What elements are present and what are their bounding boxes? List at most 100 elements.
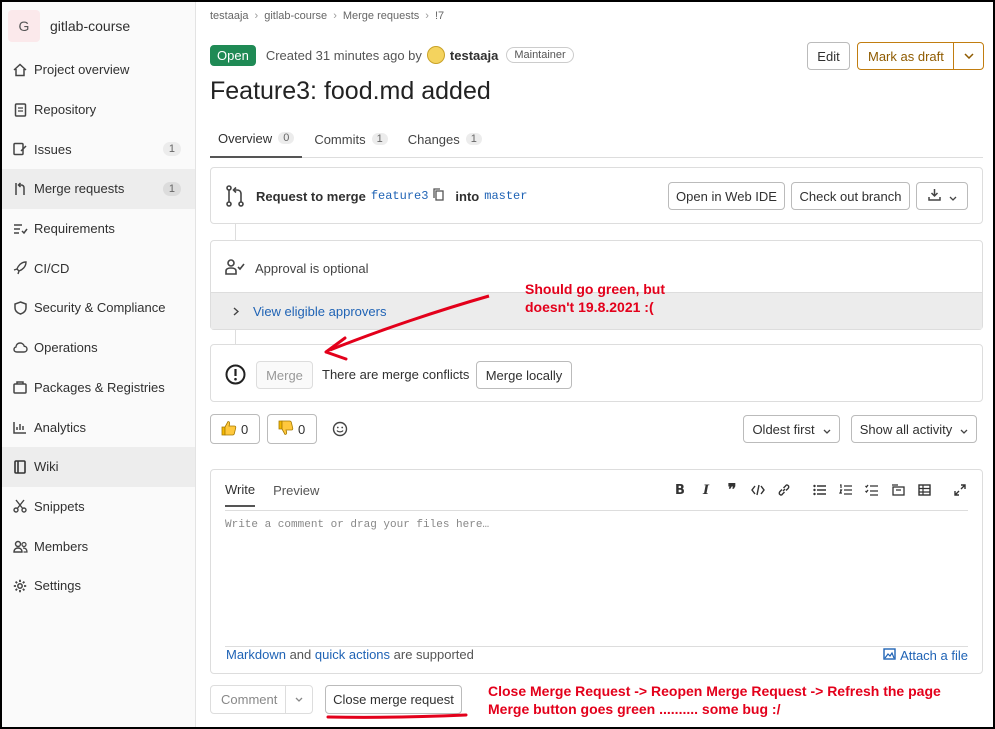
breadcrumb-item[interactable]: testaaja [210, 10, 249, 22]
thumbs-down-icon [278, 420, 294, 439]
tab-changes[interactable]: Changes 1 [400, 120, 490, 158]
sidebar-item-wiki[interactable]: Wiki [2, 446, 195, 487]
chevron-down-icon[interactable] [285, 686, 312, 713]
markdown-link[interactable]: Markdown [226, 647, 286, 662]
breadcrumb-item[interactable]: gitlab-course [264, 10, 327, 22]
tab-overview[interactable]: Overview 0 [210, 120, 303, 158]
attach-file-label: Attach a file [900, 648, 968, 663]
chevron-down-icon[interactable] [953, 43, 983, 69]
author-name[interactable]: testaaja [450, 48, 498, 63]
annotation-line: doesn't 19.8.2021 :( [525, 299, 654, 315]
sidebar-item-project-overview[interactable]: Project overview [2, 50, 195, 90]
home-icon [11, 63, 29, 77]
tab-preview[interactable]: Preview [273, 475, 319, 506]
activity-filter-dropdown[interactable]: Show all activity [851, 415, 977, 443]
issues-icon [11, 142, 29, 156]
breadcrumb-separator: › [333, 10, 337, 22]
numbered-list-icon[interactable] [838, 482, 854, 498]
fullscreen-icon[interactable] [952, 482, 968, 498]
italic-icon[interactable]: I [698, 482, 714, 498]
thumbs-down-button[interactable]: 0 [267, 414, 317, 444]
sort-dropdown[interactable]: Oldest first [743, 415, 840, 443]
annotation-note-top: Should go green, but doesn't 19.8.2021 :… [525, 280, 725, 316]
gear-icon [11, 579, 29, 593]
bullet-list-icon[interactable] [812, 482, 828, 498]
markdown-help: Markdown and quick actions are supported [226, 647, 474, 662]
quick-actions-link[interactable]: quick actions [315, 647, 390, 662]
breadcrumb-item[interactable]: !7 [435, 10, 444, 22]
add-reaction-icon[interactable] [332, 421, 348, 440]
sidebar-nav: Project overview Repository Issues 1 Mer… [2, 50, 195, 606]
thumbs-up-button[interactable]: 0 [210, 414, 260, 444]
copy-icon[interactable] [433, 188, 445, 204]
timeline-connector [235, 330, 236, 344]
doc-icon [11, 102, 29, 117]
download-dropdown-button[interactable] [916, 182, 968, 210]
and-text: and [285, 647, 315, 662]
sidebar-item-requirements[interactable]: Requirements [2, 209, 195, 249]
comment-button[interactable]: Comment [210, 685, 313, 714]
approval-status: Approval is optional [225, 259, 368, 278]
chevron-down-icon [949, 189, 957, 204]
collapsible-icon[interactable] [890, 482, 906, 498]
sidebar-item-operations[interactable]: Operations [2, 328, 195, 368]
image-icon [883, 648, 896, 663]
quote-icon[interactable]: ❞ [724, 482, 740, 499]
sidebar-item-label: Project overview [34, 62, 130, 78]
sidebar-item-snippets[interactable]: Snippets [2, 487, 195, 527]
check-out-branch-button[interactable]: Check out branch [791, 182, 910, 210]
tab-commits[interactable]: Commits 1 [306, 120, 395, 158]
project-name: gitlab-course [50, 18, 131, 34]
open-web-ide-button[interactable]: Open in Web IDE [668, 182, 785, 210]
sidebar-item-label: Analytics [34, 419, 87, 435]
sidebar-item-settings[interactable]: Settings [2, 566, 195, 606]
sidebar-item-issues[interactable]: Issues 1 [2, 129, 195, 169]
sidebar-item-label: Packages & Registries [34, 379, 165, 395]
bold-icon[interactable]: B [672, 482, 688, 498]
source-branch[interactable]: feature3 [371, 189, 429, 203]
status-badge: Open [210, 44, 256, 66]
comment-textarea[interactable]: Write a comment or drag your files here… [225, 519, 968, 644]
sidebar-item-cicd[interactable]: CI/CD [2, 248, 195, 288]
table-icon[interactable] [916, 482, 932, 498]
tab-write[interactable]: Write [225, 474, 256, 507]
merge-request-icon [11, 182, 29, 196]
target-branch[interactable]: master [484, 189, 527, 203]
attach-file-link[interactable]: Attach a file [883, 648, 968, 663]
view-eligible-approvers-link[interactable]: View eligible approvers [253, 304, 386, 319]
sidebar-item-repository[interactable]: Repository [2, 90, 195, 130]
mark-as-draft-button[interactable]: Mark as draft [857, 42, 984, 70]
link-icon[interactable] [776, 482, 792, 498]
mr-tabs: Overview 0 Commits 1 Changes 1 [210, 120, 983, 158]
warning-icon [225, 364, 246, 388]
sidebar-item-merge-requests[interactable]: Merge requests 1 [2, 169, 195, 209]
sidebar-item-members[interactable]: Members [2, 526, 195, 566]
merge-conflicts-text: There are merge conflicts [322, 367, 470, 382]
chevron-down-icon [823, 422, 831, 437]
sidebar-item-label: Requirements [34, 221, 115, 237]
project-header[interactable]: G gitlab-course [2, 6, 195, 46]
sidebar-item-analytics[interactable]: Analytics [2, 407, 195, 447]
request-to-merge-label: Request to merge [256, 188, 366, 204]
merge-button[interactable]: Merge [256, 361, 313, 389]
into-label: into [455, 188, 480, 204]
edit-button[interactable]: Edit [807, 42, 850, 70]
activity-filter-label: Show all activity [859, 421, 953, 437]
package-icon [11, 381, 29, 394]
page-title: Feature3: food.md added [210, 77, 491, 105]
sidebar-item-security[interactable]: Security & Compliance [2, 288, 195, 328]
task-list-icon[interactable] [864, 482, 880, 498]
sidebar-item-label: Repository [34, 102, 97, 118]
author-avatar[interactable] [426, 46, 445, 64]
breadcrumb-item[interactable]: Merge requests [343, 10, 419, 22]
divider [225, 510, 968, 511]
chevron-down-icon [960, 422, 968, 437]
close-merge-request-button[interactable]: Close merge request [325, 685, 462, 714]
supported-text: are supported [390, 647, 474, 662]
merge-locally-button[interactable]: Merge locally [476, 361, 572, 389]
code-icon[interactable] [750, 482, 766, 498]
merge-branches: Request to merge feature3 into master [256, 188, 527, 204]
rocket-icon [11, 261, 29, 275]
tab-count: 1 [465, 133, 482, 145]
sidebar-item-packages[interactable]: Packages & Registries [2, 368, 195, 408]
